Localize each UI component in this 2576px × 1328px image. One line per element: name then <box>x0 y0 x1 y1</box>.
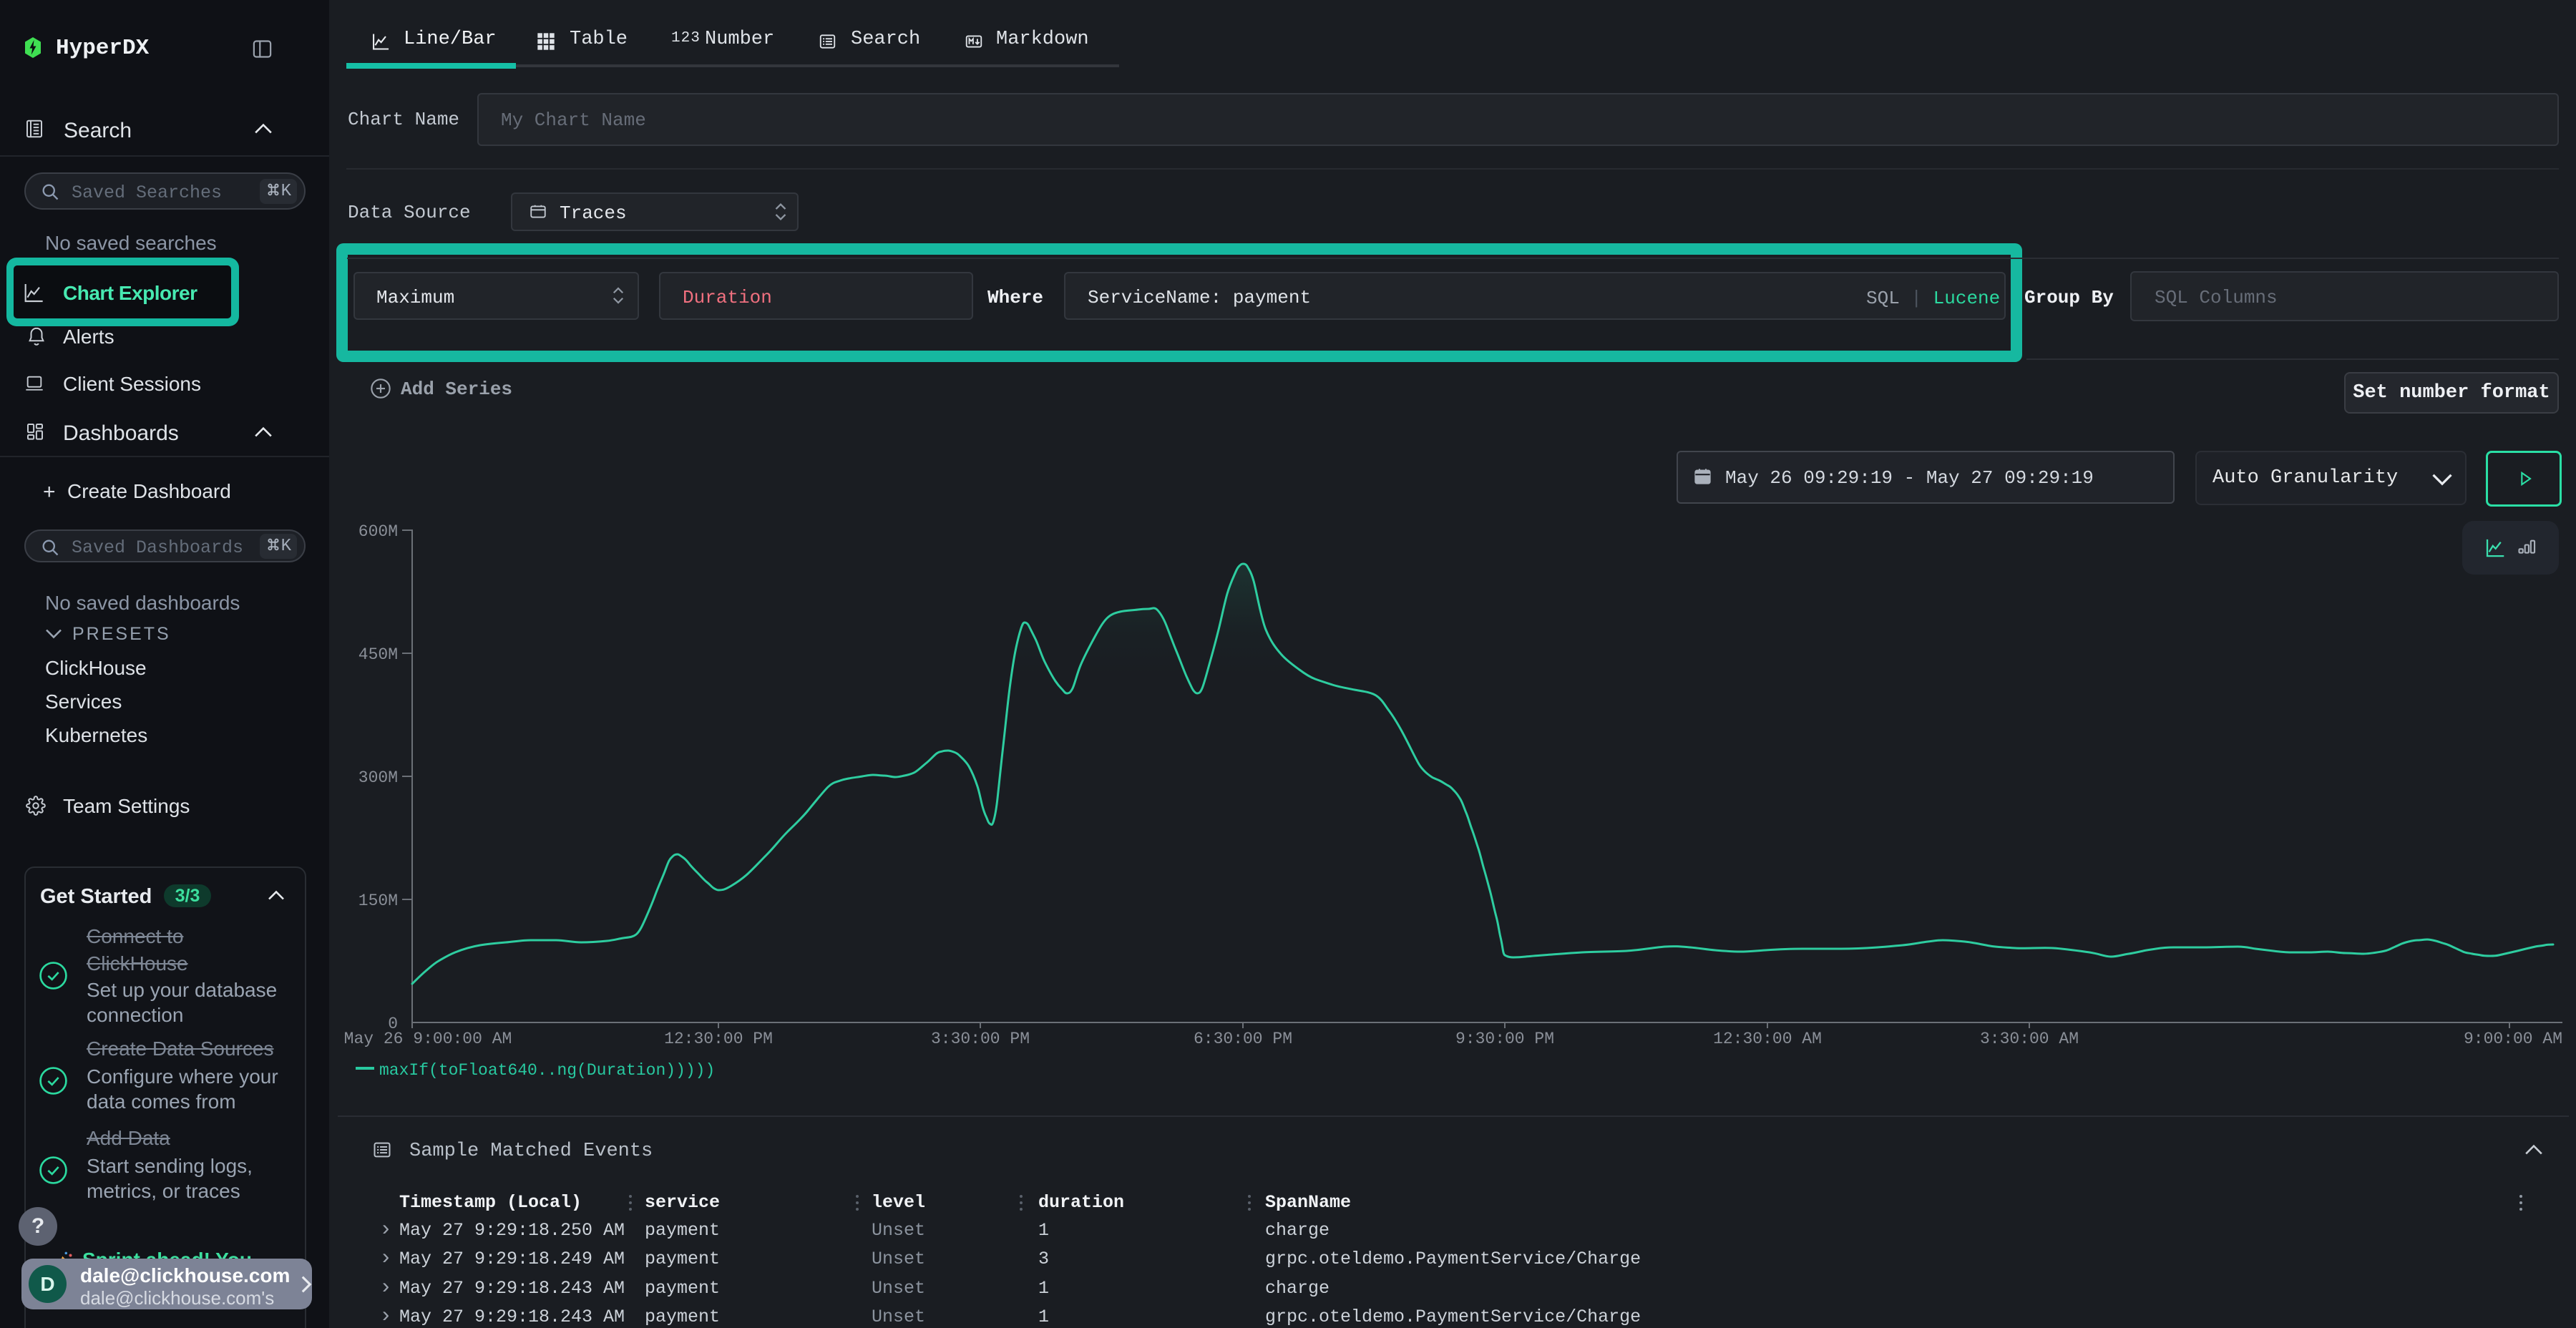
svg-text:600M: 600M <box>358 522 398 541</box>
svg-text:3:30:00 AM: 3:30:00 AM <box>1980 1030 2079 1048</box>
svg-text:9:30:00 PM: 9:30:00 PM <box>1455 1030 1554 1048</box>
svg-text:300M: 300M <box>358 768 398 787</box>
svg-text:9:00:00 AM: 9:00:00 AM <box>2464 1030 2562 1048</box>
svg-text:12:30:00 AM: 12:30:00 AM <box>1713 1030 1822 1048</box>
svg-text:3:30:00 PM: 3:30:00 PM <box>931 1030 1030 1048</box>
svg-text:12:30:00 PM: 12:30:00 PM <box>664 1030 773 1048</box>
svg-text:maxIf(toFloat640..ng(Duration): maxIf(toFloat640..ng(Duration))))) <box>379 1061 715 1080</box>
svg-text:6:30:00 PM: 6:30:00 PM <box>1194 1030 1292 1048</box>
svg-text:May 26 9:00:00 AM: May 26 9:00:00 AM <box>344 1030 512 1048</box>
svg-text:450M: 450M <box>358 645 398 664</box>
svg-text:150M: 150M <box>358 892 398 910</box>
